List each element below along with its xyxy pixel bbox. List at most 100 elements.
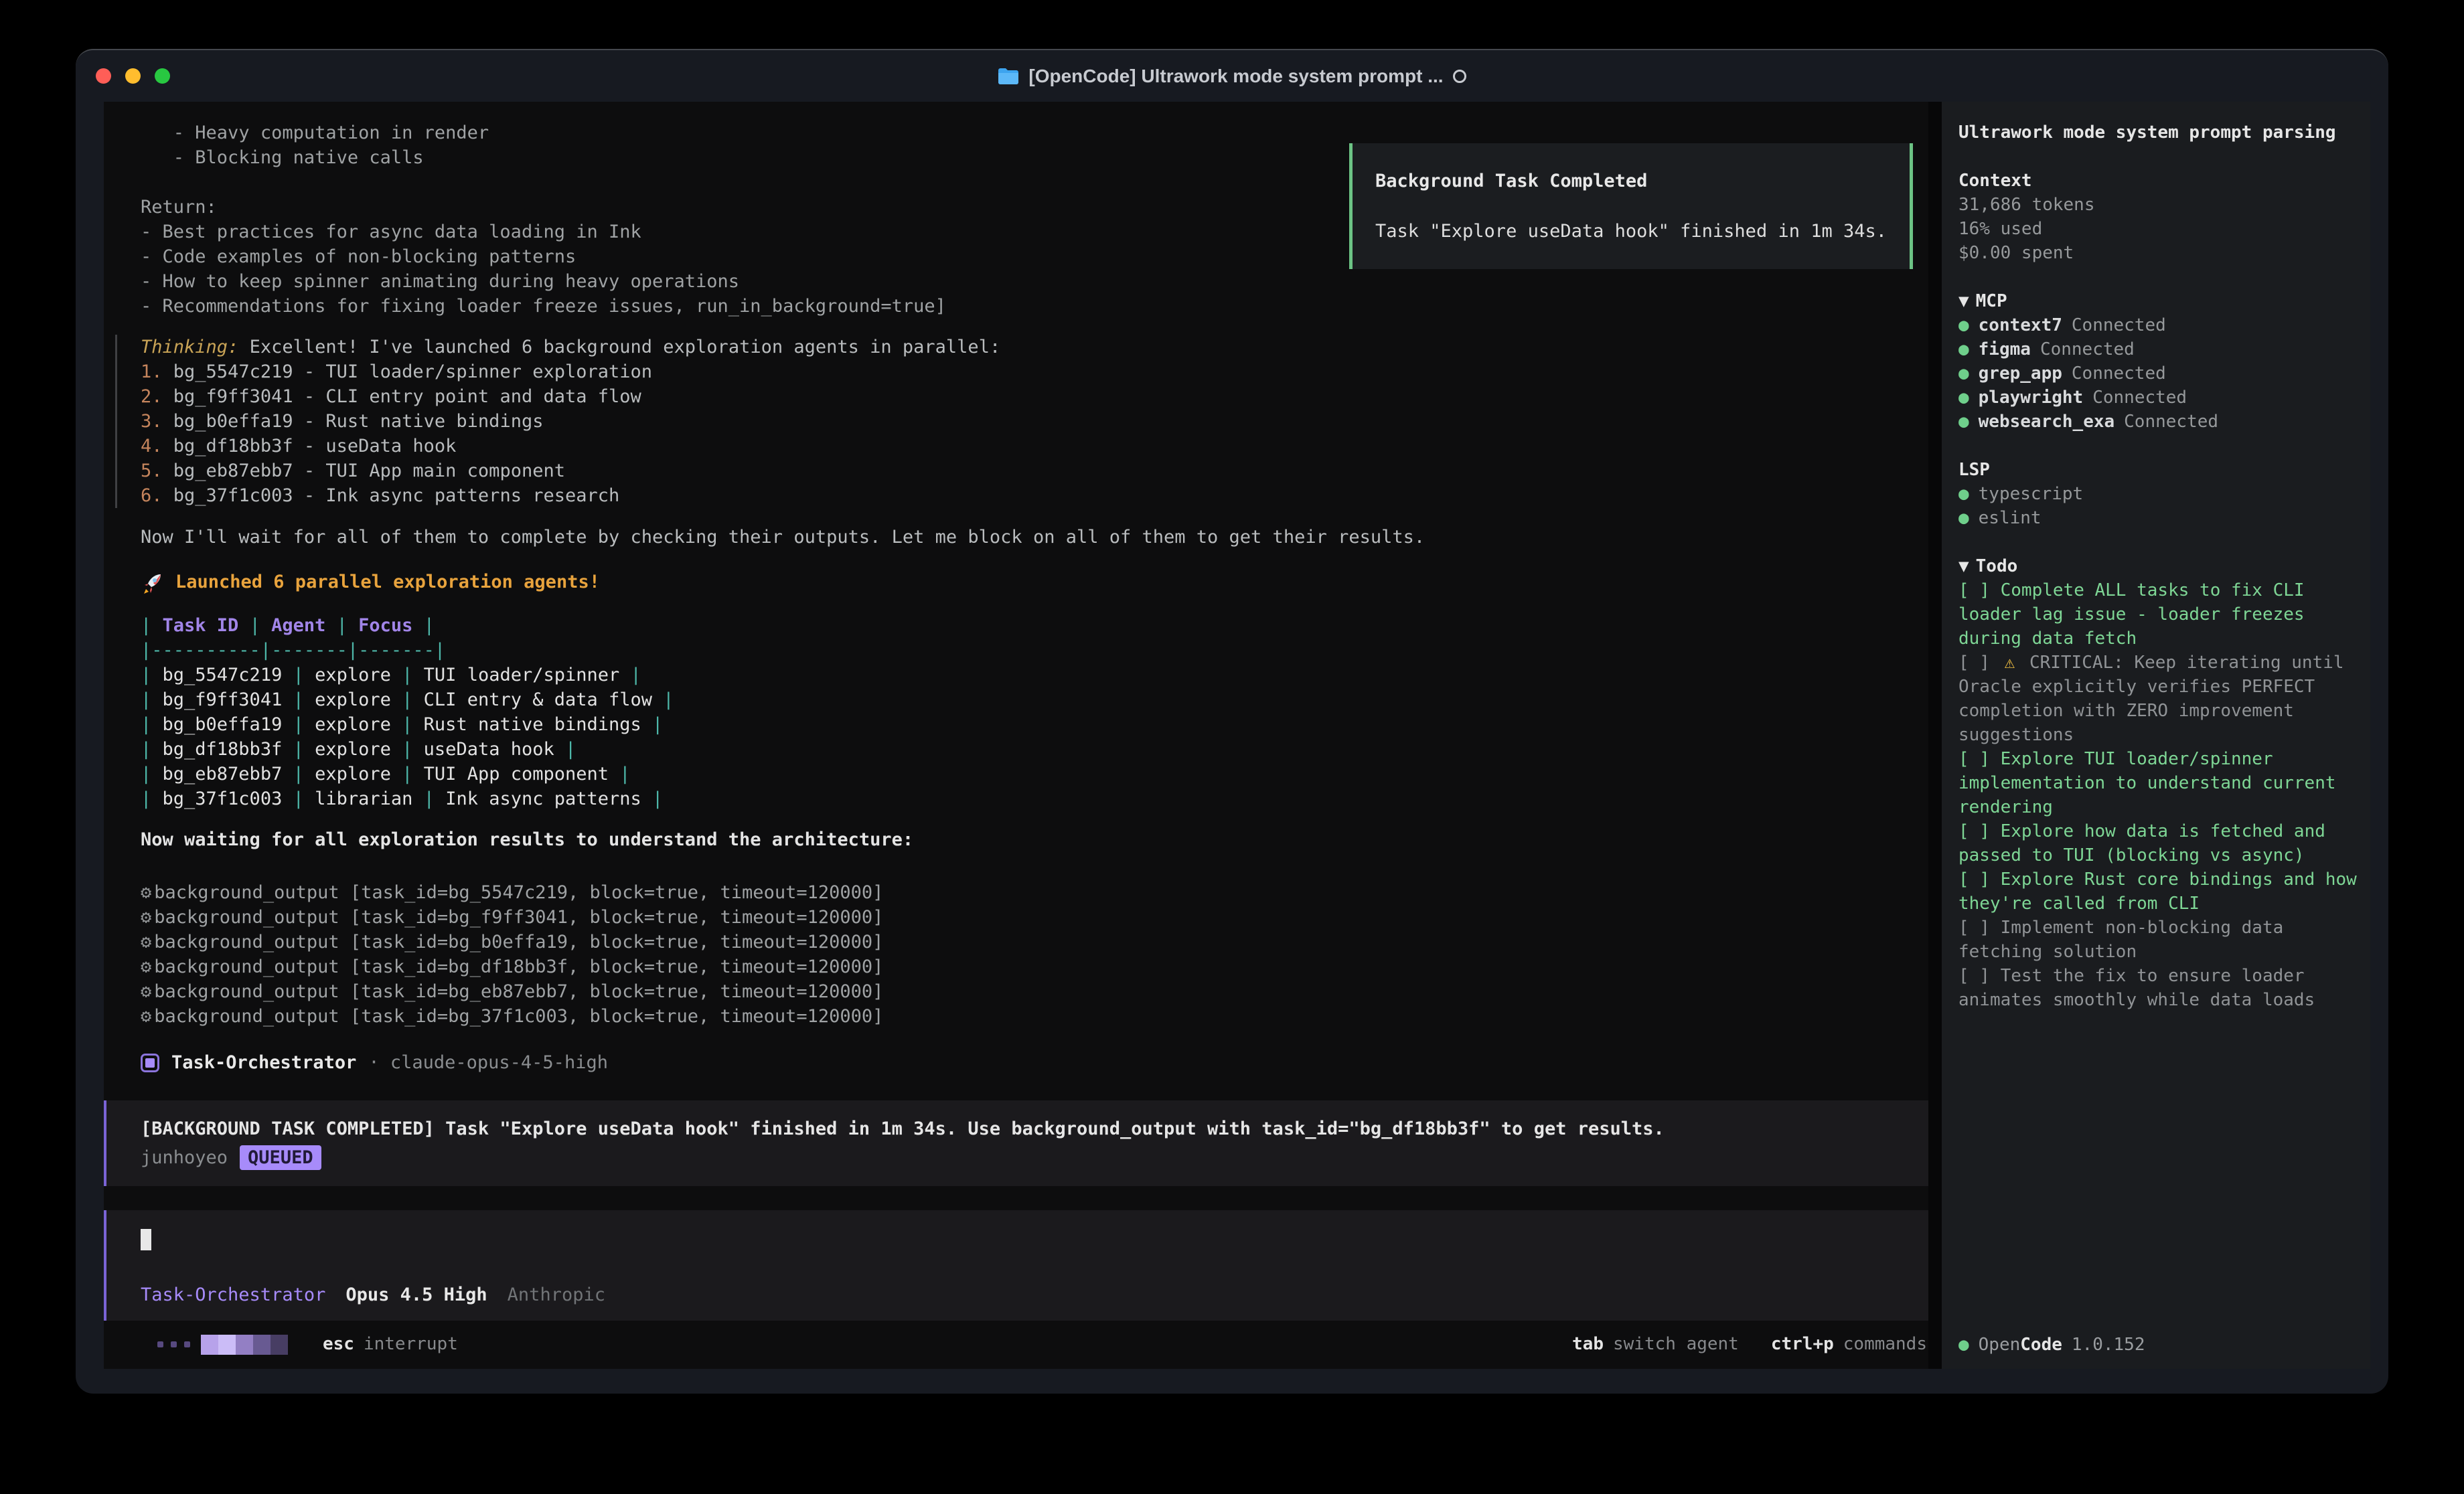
thinking-item: 5. bg_eb87ebb7 - TUI App main component [141,459,1928,483]
mcp-item: ●websearch_exaConnected [1958,410,2357,434]
agent-model: · claude-opus-4-5-high [368,1050,608,1075]
lsp-list: ●typescript●eslint [1958,482,2357,530]
tool-call-line: ⚙background_output [task_id=bg_eb87ebb7,… [141,979,1928,1004]
content: - Heavy computation in render - Blocking… [104,102,2370,1369]
todo-item: [ ] Complete ALL tasks to fix CLI loader… [1958,578,2357,651]
message-user: junhoyeo [141,1145,228,1170]
window-title-text: [OpenCode] Ultrawork mode system prompt … [1028,66,1443,87]
table-row: | bg_eb87ebb7 | explore | TUI App compon… [141,762,1928,786]
status-left: esc interrupt [157,1332,458,1357]
context-section: Context 31,686 tokens16% used$0.00 spent [1958,169,2357,265]
table-row: | bg_f9ff3041 | explore | CLI entry & da… [141,687,1928,712]
todo-item: [ ] Implement non-blocking data fetching… [1958,916,2357,964]
lsp-item: ●eslint [1958,506,2357,530]
todo-item: [ ] Test the fix to ensure loader animat… [1958,964,2357,1012]
context-stat: 31,686 tokens [1958,193,2357,217]
thinking-item: 3. bg_b0effa19 - Rust native bindings [141,409,1928,434]
context-heading: Context [1958,169,2357,193]
mcp-item: ●playwrightConnected [1958,386,2357,410]
thinking-label: Thinking: [141,337,238,357]
table-row: | bg_5547c219 | explore | TUI loader/spi… [141,663,1928,687]
status-dot-icon: ● [1958,412,1969,432]
thinking-list: 1. bg_5547c219 - TUI loader/spinner expl… [141,359,1928,508]
tool-call-list: ⚙background_output [task_id=bg_5547c219,… [141,880,1928,1029]
titlebar: [OpenCode] Ultrawork mode system prompt … [76,50,2388,102]
thinking-item: 4. bg_df18bb3f - useData hook [141,434,1928,459]
table-row: | bg_df18bb3f | explore | useData hook | [141,737,1928,762]
thinking-intro: Thinking: Excellent! I've launched 6 bac… [141,335,1928,359]
collapse-triangle-icon[interactable]: ▼ [1958,291,1969,311]
table-row: | Task ID | Agent | Focus | [141,613,1928,638]
gear-icon: ⚙ [141,907,151,928]
todo-item: [ ] Explore Rust core bindings and how t… [1958,867,2357,916]
todo-heading: ▼Todo [1958,554,2357,578]
status-ring-icon [1453,70,1466,83]
message-meta: junhoyeo QUEUED [141,1145,1908,1170]
launch-banner-text: Launched 6 parallel exploration agents! [175,570,600,594]
session-title: Ultrawork mode system prompt parsing [1958,120,2357,145]
lsp-heading: LSP [1958,458,2357,482]
input-provider: Anthropic [508,1282,605,1307]
gear-icon: ⚙ [141,981,151,1002]
mcp-heading: ▼MCP [1958,289,2357,313]
notification-title: Background Task Completed [1375,169,1910,193]
toast-notification[interactable]: Background Task Completed Task "Explore … [1349,143,1913,269]
status-dot-icon: ● [1958,484,1969,504]
queued-badge: QUEUED [240,1145,321,1170]
mcp-list: ●context7Connected●figmaConnected●grep_a… [1958,313,2357,434]
status-dot-icon: ● [1958,508,1969,528]
rocket-icon [141,570,165,594]
todo-item: [ ] Explore TUI loader/spinner implement… [1958,747,2357,819]
lsp-item: ●typescript [1958,482,2357,506]
warning-icon: ⚠ [2005,653,2015,673]
todo-section: ▼Todo [ ] Complete ALL tasks to fix CLI … [1958,554,2357,1012]
waiting-line: Now waiting for all exploration results … [141,827,1928,852]
sidebar: Ultrawork mode system prompt parsing Con… [1942,102,2370,1369]
wait-note: Now I'll wait for all of them to complet… [141,525,1928,550]
mcp-section: ▼MCP ●context7Connected●figmaConnected●g… [1958,289,2357,434]
tool-call-line: ⚙background_output [task_id=bg_5547c219,… [141,880,1928,905]
desktop: [OpenCode] Ultrawork mode system prompt … [0,0,2464,1494]
background-task-text: [BACKGROUND TASK COMPLETED] Task "Explor… [141,1116,1908,1141]
status-dot-icon: ● [1958,388,1969,408]
text-cursor [141,1229,151,1250]
app-window: [OpenCode] Ultrawork mode system prompt … [76,49,2388,1394]
input-agent: Task-Orchestrator [141,1282,325,1307]
status-dot-icon: ● [1958,1335,1969,1355]
window-title: [OpenCode] Ultrawork mode system prompt … [998,66,1466,87]
status-right: tab switch agent ctrl+p commands [1572,1332,1927,1357]
hint-switch-agent: tab switch agent [1572,1332,1739,1357]
todo-item: [ ] Explore how data is fetched and pass… [1958,819,2357,867]
launch-banner: Launched 6 parallel exploration agents! [141,570,1928,594]
gear-icon: ⚙ [141,1006,151,1027]
table-row: | bg_b0effa19 | explore | Rust native bi… [141,712,1928,737]
thinking-item: 2. bg_f9ff3041 - CLI entry point and dat… [141,384,1928,409]
mcp-item: ●grep_appConnected [1958,361,2357,386]
status-dot-icon: ● [1958,363,1969,384]
input-footer: Task-Orchestrator Opus 4.5 High Anthropi… [141,1282,605,1307]
tool-call-line: ⚙background_output [task_id=bg_b0effa19,… [141,930,1928,954]
terminal-main: - Heavy computation in render - Blocking… [104,102,1928,1369]
hint-interrupt: esc interrupt [323,1332,458,1357]
thinking-item: 1. bg_5547c219 - TUI loader/spinner expl… [141,359,1928,384]
status-dot-icon: ● [1958,315,1969,335]
prompt-input[interactable]: Task-Orchestrator Opus 4.5 High Anthropi… [104,1210,1928,1321]
todo-list: [ ] Complete ALL tasks to fix CLI loader… [1958,578,2357,1012]
status-bar: esc interrupt tab switch agent ctrl+p co… [141,1327,1928,1357]
tool-call-line: ⚙background_output [task_id=bg_f9ff3041,… [141,905,1928,930]
lsp-section: LSP ●typescript●eslint [1958,458,2357,530]
gear-icon: ⚙ [141,882,151,903]
collapse-triangle-icon[interactable]: ▼ [1958,556,1969,576]
zoom-button[interactable] [155,68,170,84]
notification-body: Task "Explore useData hook" finished in … [1375,219,1910,244]
gear-icon: ⚙ [141,957,151,977]
context-stat: 16% used [1958,217,2357,241]
gear-icon: ⚙ [141,932,151,952]
task-table: | Task ID | Agent | Focus ||----------|-… [141,613,1928,811]
spinner-bar-icon [201,1335,288,1355]
thinking-item: 6. bg_37f1c003 - Ink async patterns rese… [141,483,1928,508]
hint-commands: ctrl+p commands [1771,1332,1927,1357]
close-button[interactable] [96,68,111,84]
minimize-button[interactable] [125,68,141,84]
agent-name: Task-Orchestrator [171,1050,356,1075]
